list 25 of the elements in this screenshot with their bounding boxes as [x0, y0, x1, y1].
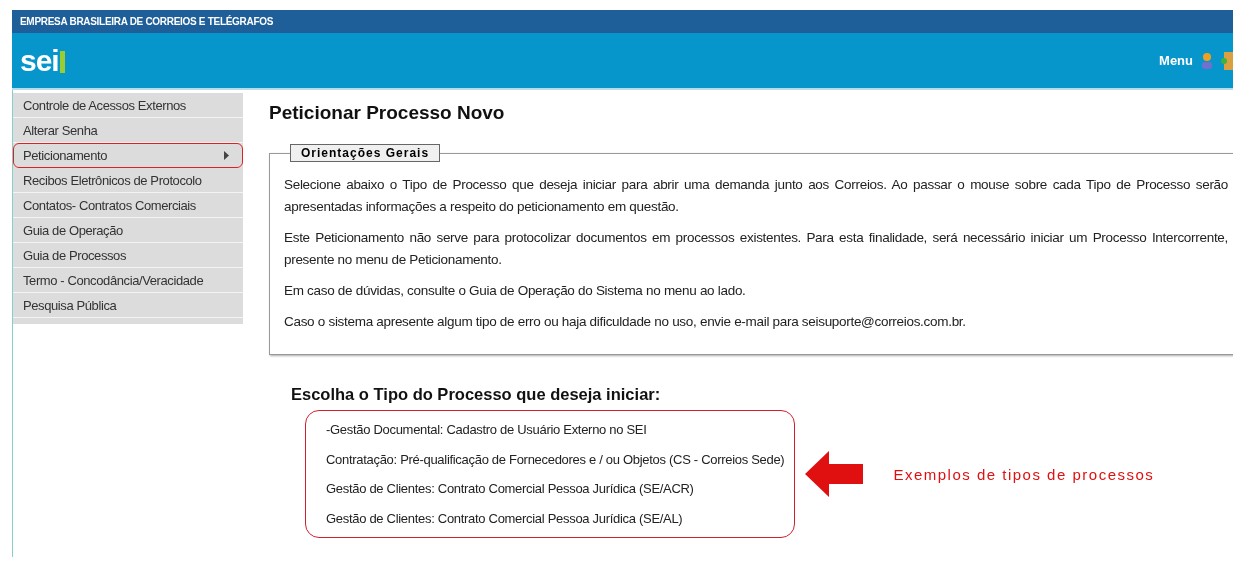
- page-title: Peticionar Processo Novo: [269, 102, 506, 124]
- sidebar-item[interactable]: Controle de Acessos Externos: [13, 93, 243, 118]
- sidebar-item[interactable]: Peticionamento: [13, 143, 243, 168]
- sidebar-item[interactable]: Guia de Operação: [13, 218, 243, 243]
- process-type-link[interactable]: Gestão de Clientes: Contrato Comercial Pessoa Jurídica (SE/ACR): [326, 474, 785, 504]
- guideline-paragraph: Em caso de dúvidas, consulte o Guia de Operação do Sistema no menu ao lado.: [284, 282, 747, 300]
- section-heading: Escolha o Tipo do Processo que deseja iniciar:: [291, 385, 662, 404]
- arrow-icon: [805, 451, 864, 497]
- annotation-text: Exemplos de tipos de processos: [893, 465, 1155, 483]
- process-type-link[interactable]: Contratação: Pré-qualificação de Fornecedores e / ou Objetos (CS - Correios Sede): [326, 444, 785, 474]
- process-type-link[interactable]: -Gestão Documental: Cadastro de Usuário Externo no SEI: [326, 415, 785, 445]
- panel-legend: Orientações Gerais: [290, 144, 441, 162]
- user-icon[interactable]: [1201, 51, 1213, 70]
- sidebar-item[interactable]: Alterar Senha: [13, 118, 243, 143]
- guideline-paragraph: Caso o sistema apresente algum tipo de erro ou haja dificuldade no uso, envie e-mail para seisuporte@correios.com.br.: [284, 313, 967, 331]
- exit-icon[interactable]: [1221, 50, 1233, 71]
- sidebar-item[interactable]: Contatos- Contratos Comerciais: [13, 193, 243, 218]
- process-type-link[interactable]: Gestão de Clientes: Contrato Comercial Pessoa Jurídica (SE/AL): [326, 503, 785, 533]
- sidebar-item[interactable]: Pesquisa Pública: [13, 293, 243, 318]
- sidebar-item[interactable]: Recibos Eletrônicos de Protocolo: [13, 168, 243, 193]
- guideline-paragraph: Este Peticionamento não serve para protocolizar documentos em processos existentes. Para esta finalidade, será necessário iniciar um Processo Intercorrente, presente no menu de Peticionamento.: [284, 229, 1228, 269]
- organization-name: EMPRESA BRASILEIRA DE CORREIOS E TELÉGRAFOS: [20, 16, 274, 27]
- sidebar-item[interactable]: Termo - Concodância/Veracidade: [13, 268, 243, 293]
- sidebar-item[interactable]: Guia de Processos: [13, 243, 243, 268]
- guideline-paragraph: Selecione abaixo o Tipo de Processo que deseja iniciar para abrir uma demanda junto aos Correios. Ao passar o mouse sobre cada Tipo de Processo serão apresentadas informações a respeito do peticionamento em questão.: [284, 176, 1228, 216]
